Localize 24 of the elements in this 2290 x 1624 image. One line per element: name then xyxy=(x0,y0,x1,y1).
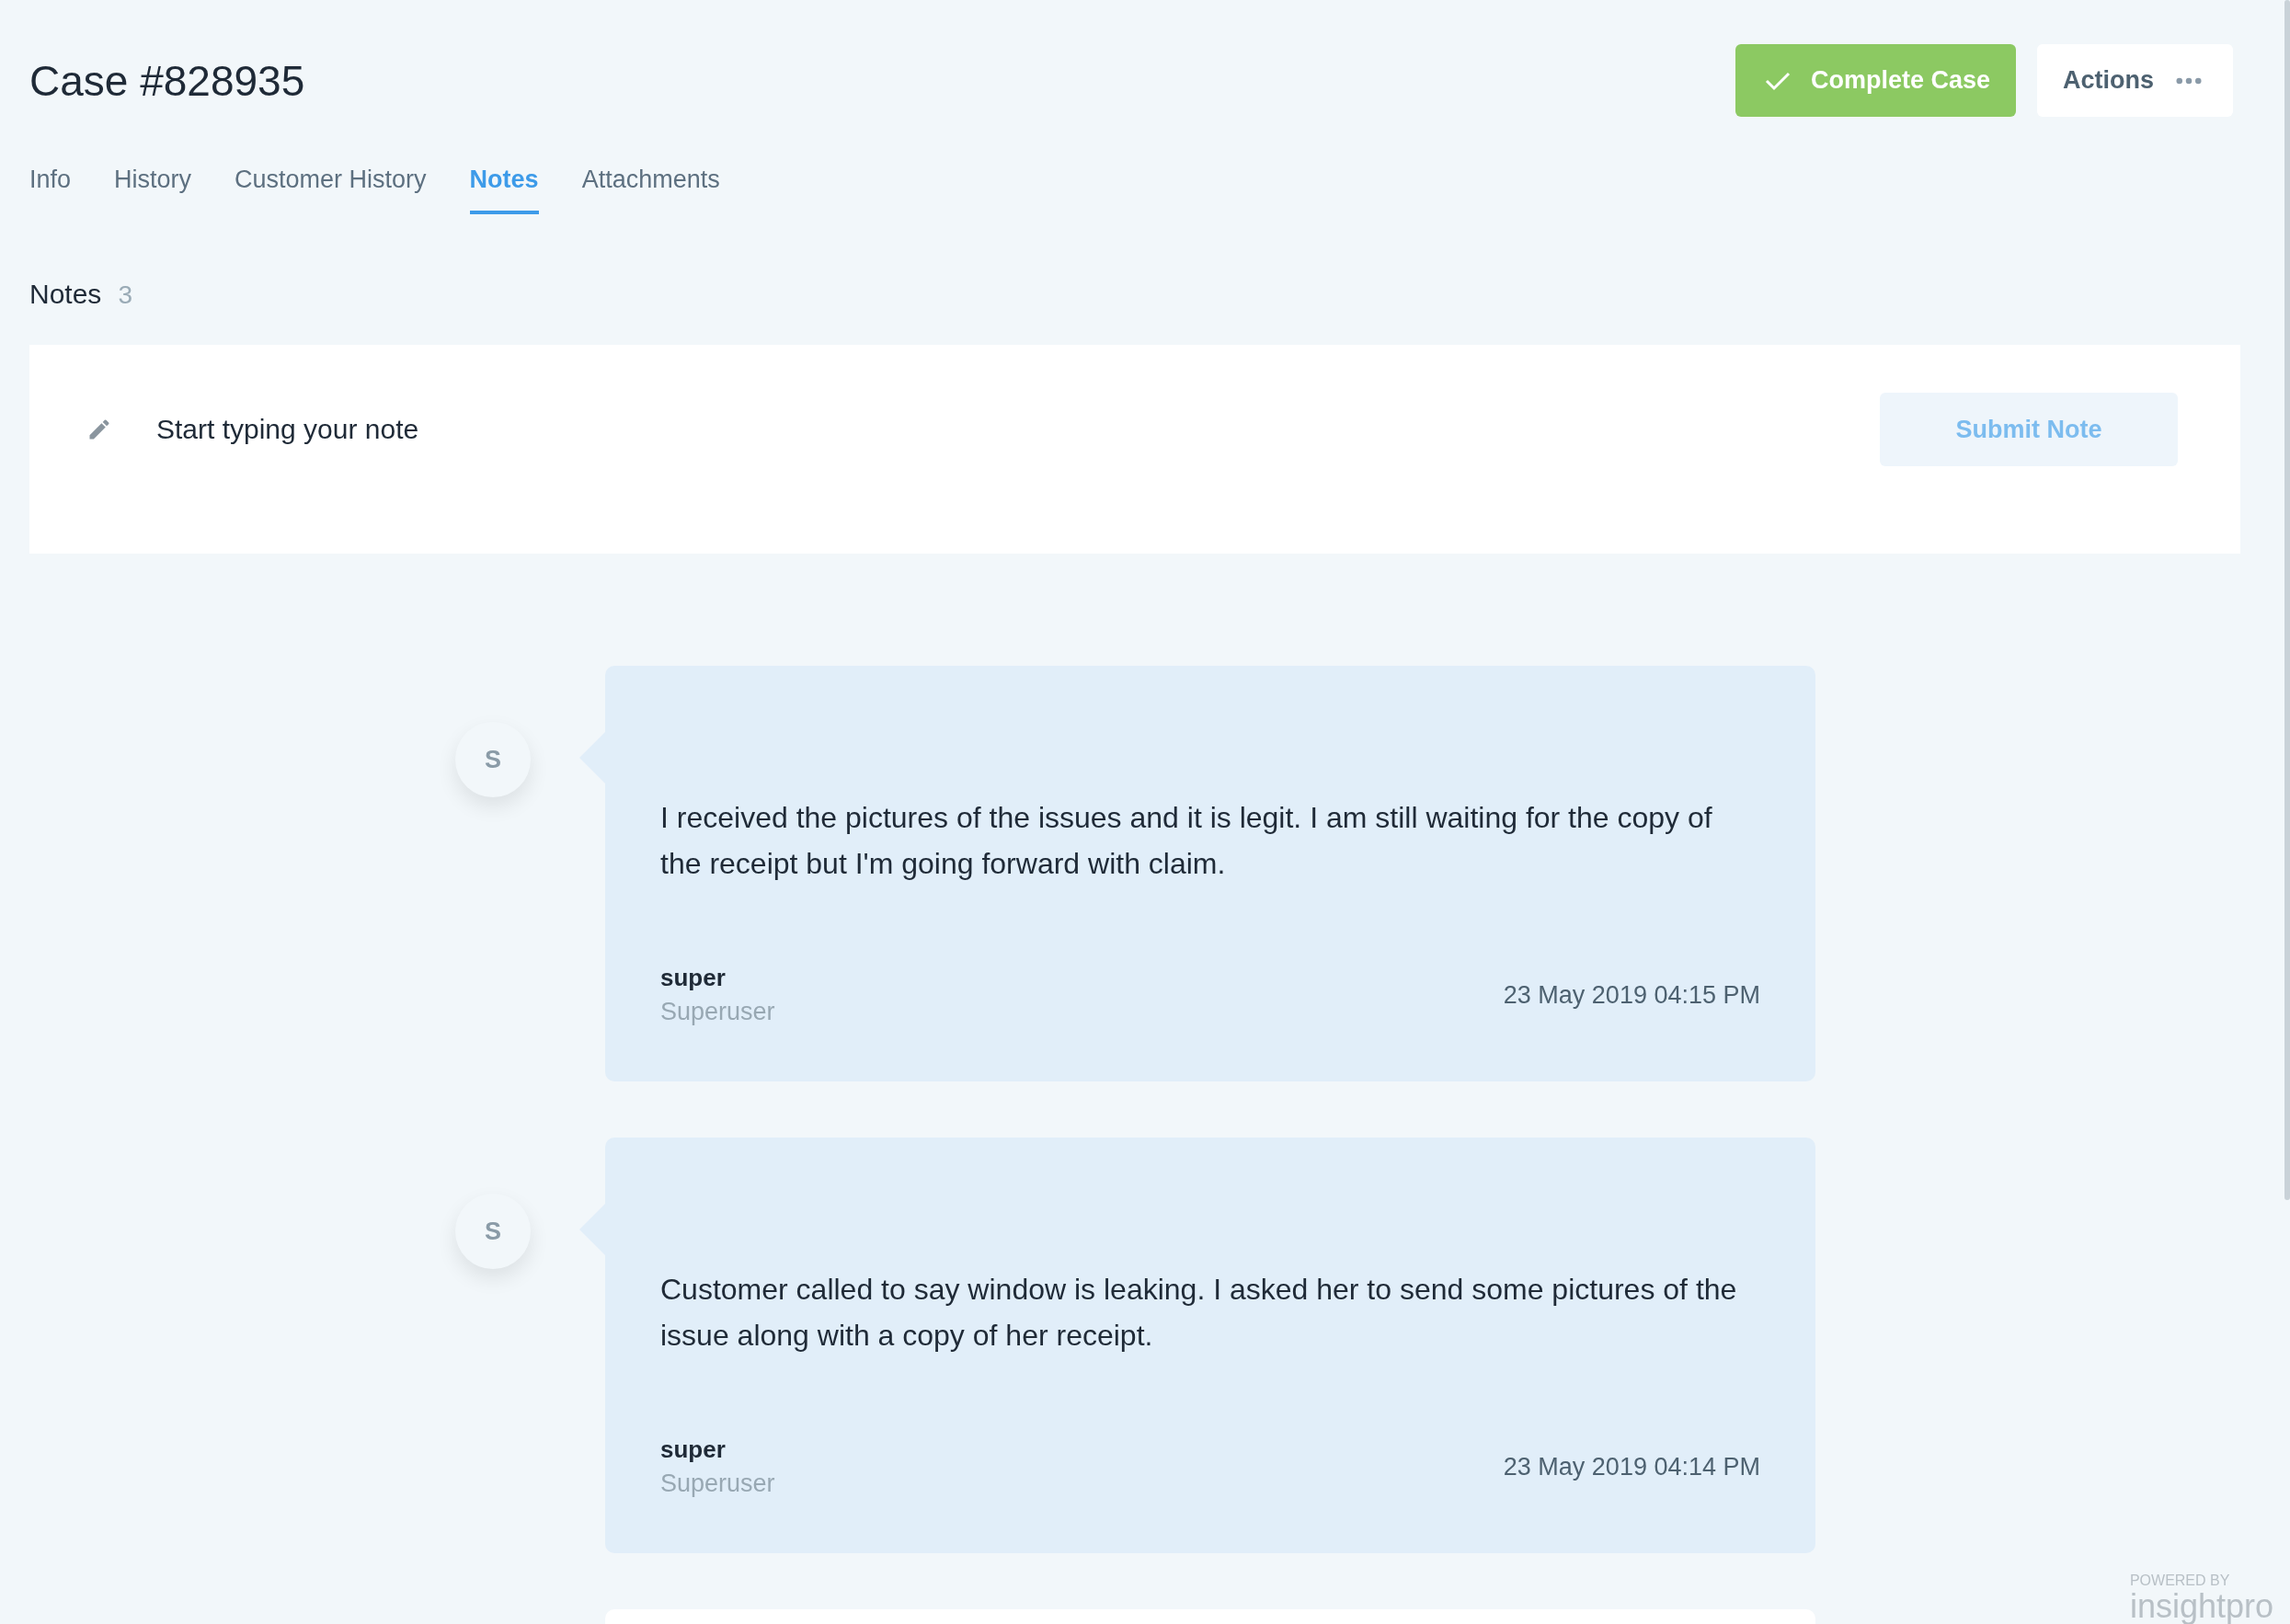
section-title: Notes xyxy=(29,279,102,310)
checkmark-icon xyxy=(1764,70,1791,91)
note-timestamp: 23 May 2019 04:14 PM xyxy=(1503,1452,1760,1481)
scrollbar[interactable] xyxy=(2284,0,2290,1200)
note-timestamp: 23 May 2019 04:15 PM xyxy=(1503,980,1760,1010)
avatar: S xyxy=(455,1194,531,1269)
avatar: S xyxy=(455,722,531,797)
actions-button[interactable]: Actions xyxy=(2037,44,2233,117)
tab[interactable]: History xyxy=(114,166,192,214)
case-title: Case #828935 xyxy=(29,55,305,106)
author-name: super xyxy=(660,1435,727,1464)
author-name: super xyxy=(660,964,727,992)
note-text: I received the pictures of the issues and it is legit. I am still waiting for the copy of the receipt but I'm going forward with claim. xyxy=(660,800,1713,882)
tab[interactable]: Customer History xyxy=(235,166,427,214)
note-text: Customer called to say window is leaking. I asked her to send some pictures of the issue along with a copy of her receipt. xyxy=(660,1272,1738,1354)
tab[interactable]: Info xyxy=(29,166,72,214)
author-role: Superuser xyxy=(660,998,775,1026)
tab[interactable]: Notes xyxy=(469,166,539,214)
note-count: 3 xyxy=(118,280,132,310)
more-icon xyxy=(2176,76,2202,85)
author-role: Superuser xyxy=(660,1470,775,1498)
note-input[interactable]: Start typing your note xyxy=(155,413,1880,446)
tab[interactable]: Attachments xyxy=(581,166,720,214)
branding-caption: POWERED BY xyxy=(2129,1573,2231,1590)
